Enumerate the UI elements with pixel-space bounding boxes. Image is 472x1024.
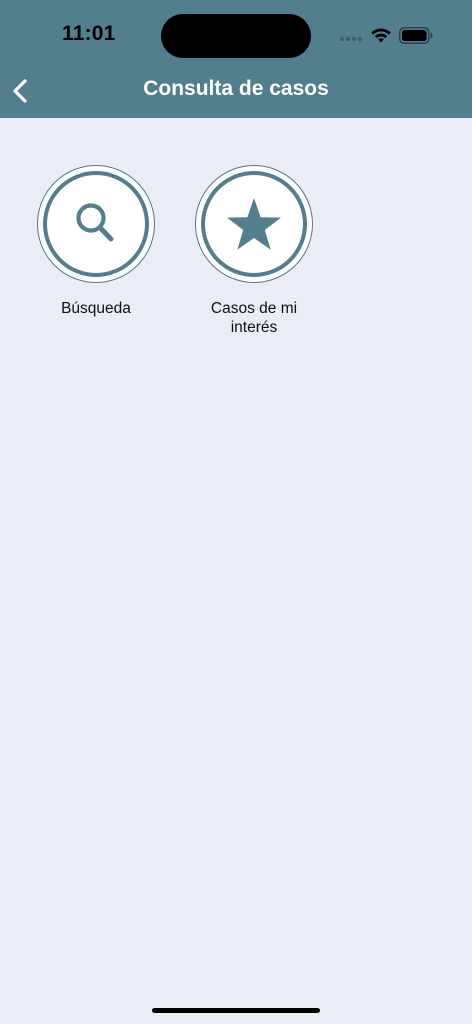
cellular-dots-icon bbox=[339, 36, 363, 42]
search-tile[interactable]: Búsqueda bbox=[26, 165, 166, 318]
wifi-icon bbox=[371, 28, 391, 43]
search-icon bbox=[76, 203, 114, 242]
dynamic-island bbox=[161, 14, 311, 58]
cases-of-interest-tile[interactable]: Casos de mi interés bbox=[184, 165, 324, 337]
cases-of-interest-tile-circle bbox=[195, 165, 313, 283]
battery-icon bbox=[399, 27, 433, 44]
cases-of-interest-tile-label: Casos de mi interés bbox=[210, 300, 298, 336]
search-tile-circle bbox=[37, 165, 155, 283]
app-header: 11:01 Consulta de casos bbox=[0, 0, 472, 118]
search-tile-label: Búsqueda bbox=[61, 300, 131, 317]
page-title: Consulta de casos bbox=[143, 77, 329, 100]
star-icon bbox=[227, 198, 281, 250]
status-time: 11:01 bbox=[62, 22, 116, 45]
home-indicator[interactable] bbox=[152, 1008, 320, 1013]
